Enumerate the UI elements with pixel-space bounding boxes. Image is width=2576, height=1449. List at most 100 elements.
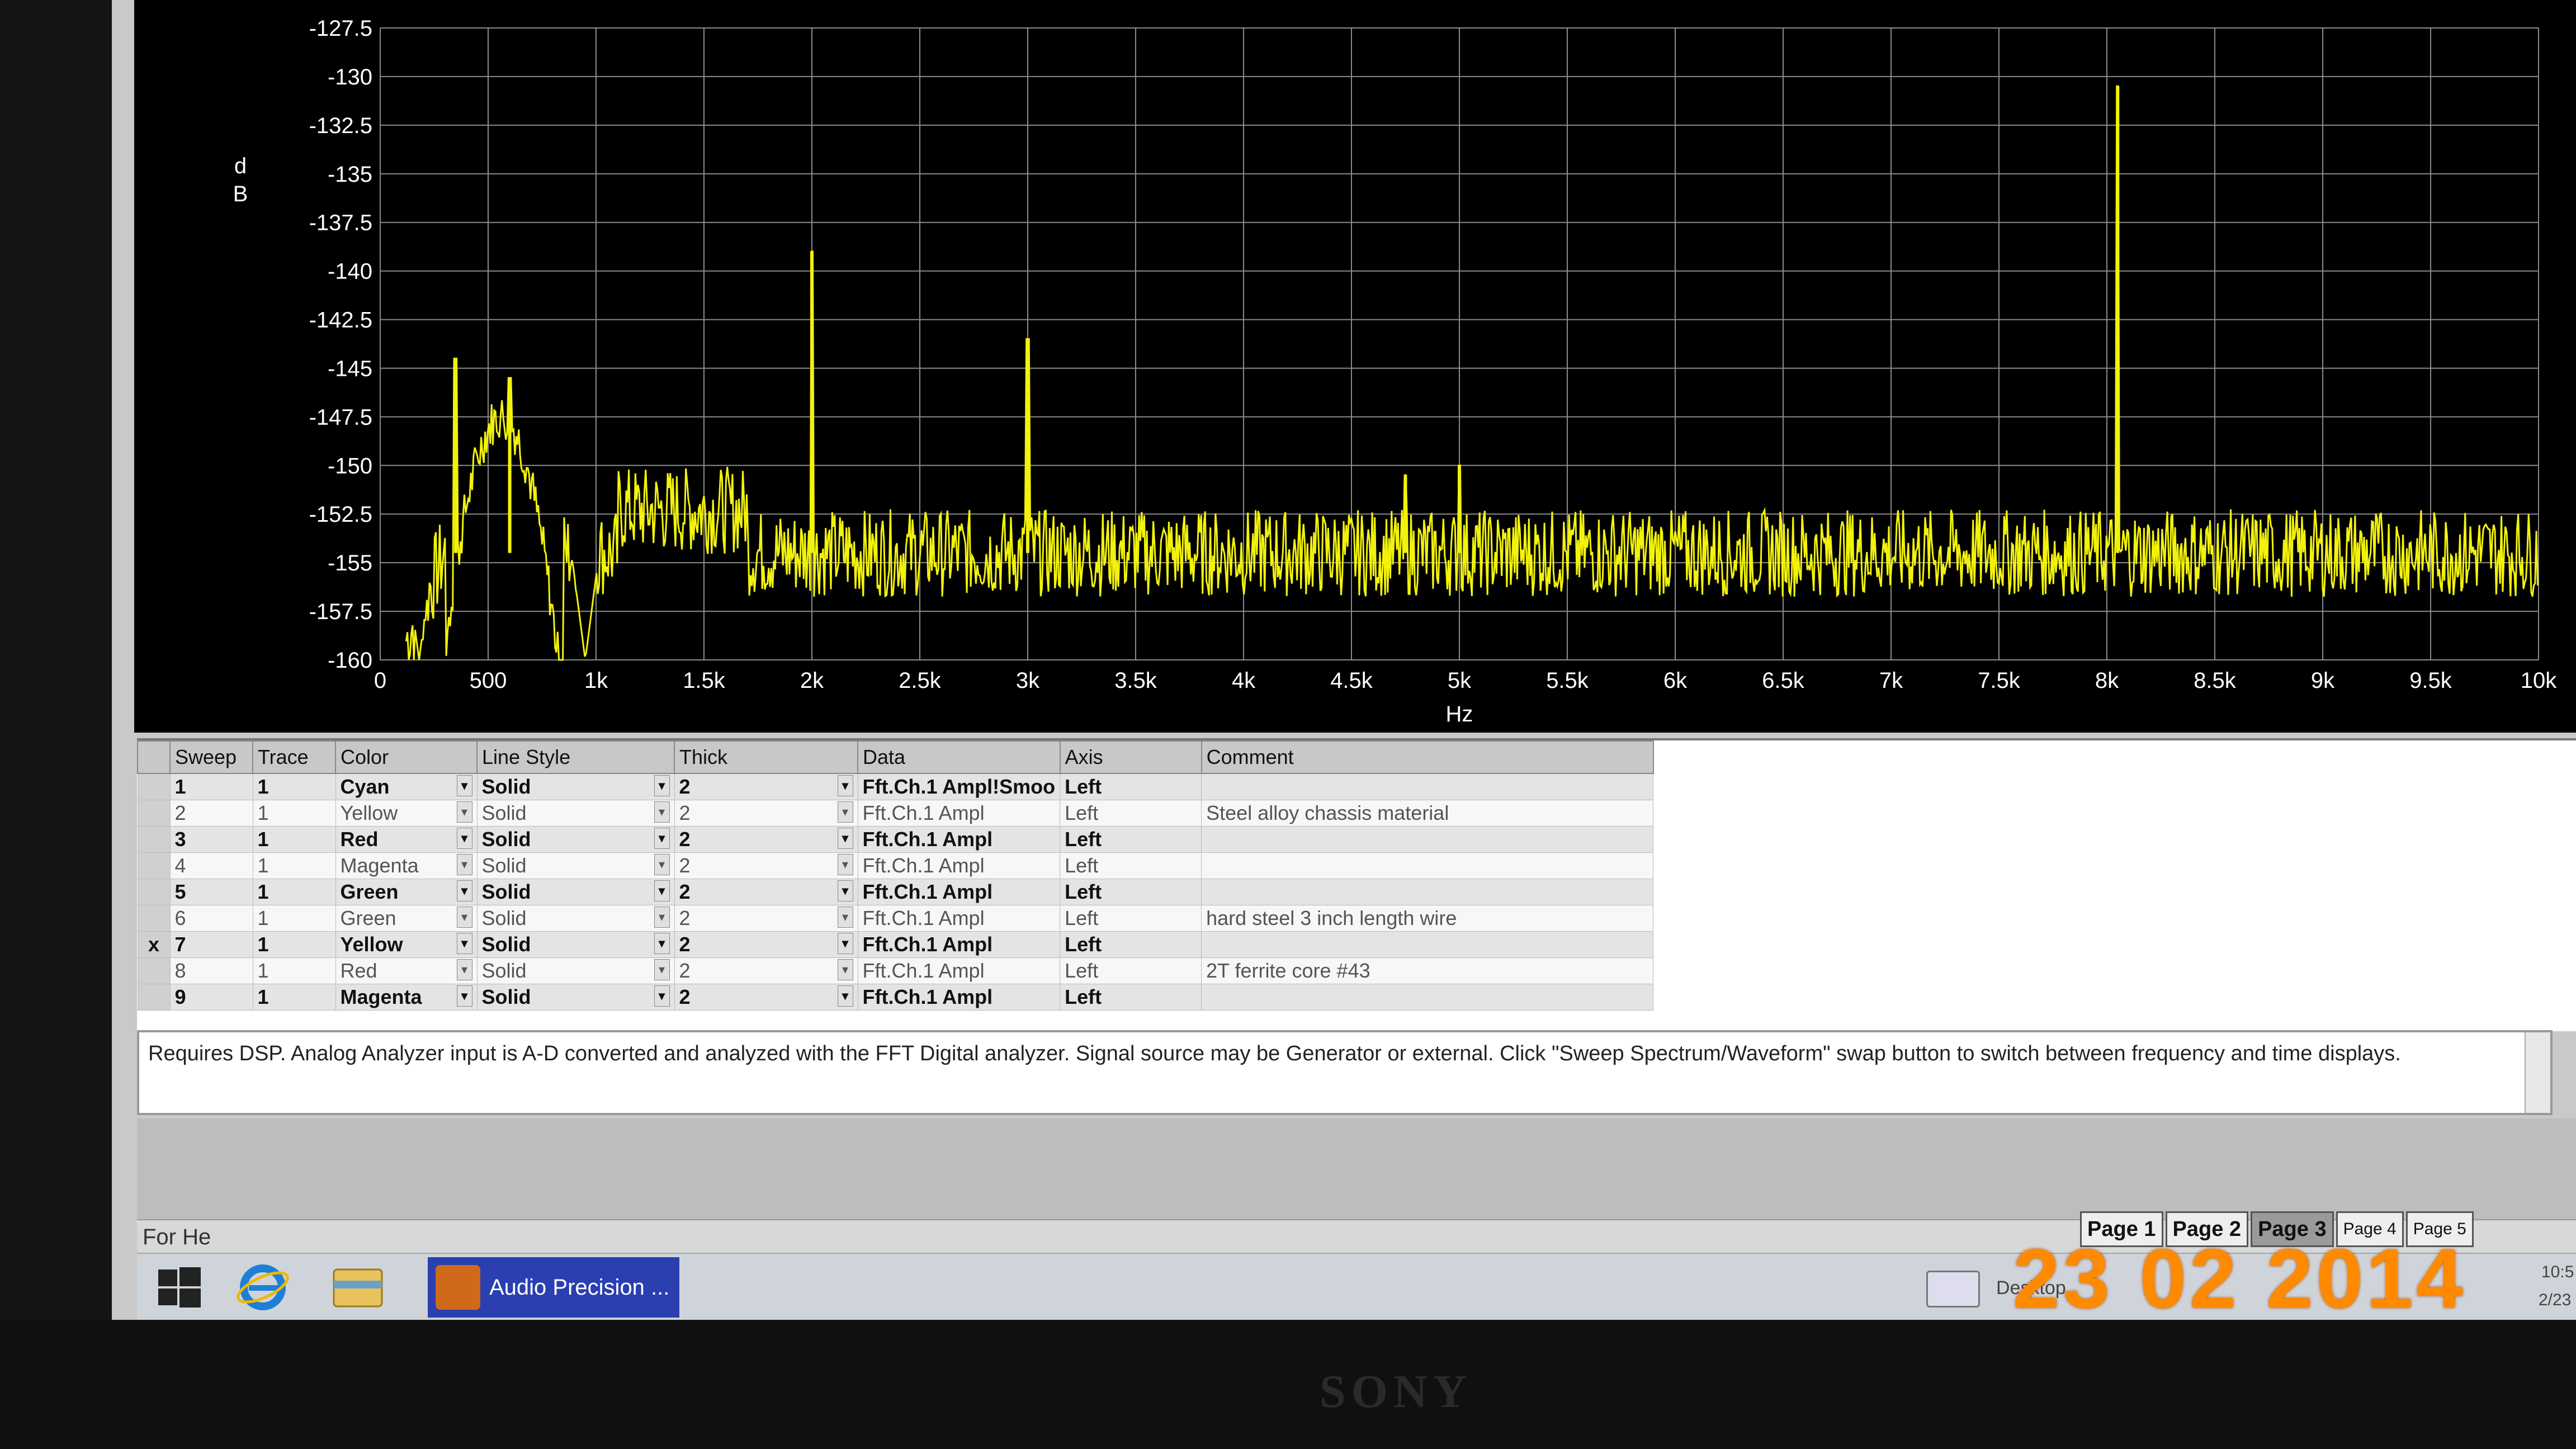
row-checkbox[interactable]: [137, 905, 171, 932]
cell-data[interactable]: Fft.Ch.1 Ampl: [857, 905, 1061, 932]
table-row[interactable]: 1 1 Cyan ▾ Solid ▾ 2 ▾ Fft.Ch.1 Ampl!Smoo L…: [137, 773, 1654, 800]
line-style-dropdown-icon[interactable]: ▾: [654, 933, 670, 954]
cell-axis[interactable]: Left: [1060, 826, 1202, 853]
line-style-dropdown-icon[interactable]: ▾: [654, 907, 670, 928]
header-line-style[interactable]: Line Style: [476, 740, 675, 774]
table-row[interactable]: 9 1 Magenta ▾ Solid ▾ 2 ▾ Fft.Ch.1 Ampl Lef…: [137, 984, 1654, 1011]
cell-trace[interactable]: 1: [252, 984, 336, 1011]
cell-sweep[interactable]: 8: [169, 957, 253, 984]
header-axis[interactable]: Axis: [1059, 740, 1202, 774]
row-checkbox[interactable]: [137, 984, 171, 1011]
cell-line-style[interactable]: Solid ▾: [476, 826, 675, 853]
header-sweep[interactable]: Sweep: [169, 740, 253, 774]
cell-sweep[interactable]: 3: [169, 826, 253, 853]
cell-comment[interactable]: [1201, 879, 1654, 905]
cell-data[interactable]: Fft.Ch.1 Ampl: [857, 879, 1061, 905]
color-dropdown-icon[interactable]: ▾: [456, 801, 472, 823]
cell-line-style[interactable]: Solid ▾: [476, 800, 675, 827]
audio-precision-taskbar-button[interactable]: Audio Precision ...: [428, 1257, 679, 1318]
row-checkbox[interactable]: [137, 773, 171, 800]
thick-dropdown-icon[interactable]: ▾: [837, 959, 853, 980]
cell-trace[interactable]: 1: [252, 773, 336, 800]
cell-trace[interactable]: 1: [252, 931, 336, 958]
table-row[interactable]: 8 1 Red ▾ Solid ▾ 2 ▾ Fft.Ch.1 Ampl Left 2T…: [137, 957, 1654, 984]
cell-thick[interactable]: 2 ▾: [674, 905, 858, 932]
cell-axis[interactable]: Left: [1060, 957, 1202, 984]
thick-dropdown-icon[interactable]: ▾: [837, 854, 853, 875]
info-scrollbar[interactable]: [2525, 1032, 2550, 1113]
cell-axis[interactable]: Left: [1060, 852, 1202, 879]
clock-time[interactable]: 10:5: [2541, 1263, 2574, 1282]
cell-sweep[interactable]: 1: [169, 773, 253, 800]
cell-line-style[interactable]: Solid ▾: [476, 879, 675, 905]
line-style-dropdown-icon[interactable]: ▾: [654, 854, 670, 875]
cell-color[interactable]: Green ▾: [335, 905, 478, 932]
cell-line-style[interactable]: Solid ▾: [476, 773, 675, 800]
cell-thick[interactable]: 2 ▾: [674, 800, 858, 827]
cell-color[interactable]: Yellow ▾: [335, 800, 478, 827]
cell-sweep[interactable]: 7: [169, 931, 253, 958]
cell-trace[interactable]: 1: [252, 852, 336, 879]
cell-thick[interactable]: 2 ▾: [674, 931, 858, 958]
header-color[interactable]: Color: [335, 740, 478, 774]
cell-line-style[interactable]: Solid ▾: [476, 852, 675, 879]
internet-explorer-button[interactable]: [232, 1257, 294, 1318]
cell-data[interactable]: Fft.Ch.1 Ampl: [857, 931, 1061, 958]
table-row[interactable]: 4 1 Magenta ▾ Solid ▾ 2 ▾ Fft.Ch.1 Ampl Lef…: [137, 852, 1654, 879]
cell-thick[interactable]: 2 ▾: [674, 957, 858, 984]
table-row[interactable]: x 7 1 Yellow ▾ Solid ▾ 2 ▾ Fft.Ch.1 Ampl Le…: [137, 931, 1654, 958]
cell-data[interactable]: Fft.Ch.1 Ampl: [857, 984, 1061, 1011]
row-checkbox[interactable]: [137, 879, 171, 905]
color-dropdown-icon[interactable]: ▾: [456, 907, 472, 928]
color-dropdown-icon[interactable]: ▾: [456, 775, 472, 796]
cell-color[interactable]: Red ▾: [335, 826, 478, 853]
cell-color[interactable]: Green ▾: [335, 879, 478, 905]
cell-line-style[interactable]: Solid ▾: [476, 931, 675, 958]
thick-dropdown-icon[interactable]: ▾: [837, 801, 853, 823]
cell-thick[interactable]: 2 ▾: [674, 773, 858, 800]
cell-data[interactable]: Fft.Ch.1 Ampl: [857, 826, 1061, 853]
file-explorer-button[interactable]: [327, 1257, 389, 1318]
table-row[interactable]: 5 1 Green ▾ Solid ▾ 2 ▾ Fft.Ch.1 Ampl Left: [137, 879, 1654, 905]
color-dropdown-icon[interactable]: ▾: [456, 880, 472, 902]
color-dropdown-icon[interactable]: ▾: [456, 933, 472, 954]
cell-color[interactable]: Magenta ▾: [335, 984, 478, 1011]
cell-color[interactable]: Cyan ▾: [335, 773, 478, 800]
color-dropdown-icon[interactable]: ▾: [456, 828, 472, 849]
table-row[interactable]: 6 1 Green ▾ Solid ▾ 2 ▾ Fft.Ch.1 Ampl Left …: [137, 905, 1654, 932]
cell-sweep[interactable]: 9: [169, 984, 253, 1011]
cell-comment[interactable]: Steel alloy chassis material: [1201, 800, 1654, 827]
header-trace[interactable]: Trace: [252, 740, 336, 774]
start-button[interactable]: [148, 1257, 210, 1318]
cell-trace[interactable]: 1: [252, 879, 336, 905]
clock-date[interactable]: 2/23: [2539, 1291, 2571, 1310]
header-comment[interactable]: Comment: [1200, 740, 1654, 774]
cell-thick[interactable]: 2 ▾: [674, 879, 858, 905]
header-thick[interactable]: Thick: [674, 740, 858, 774]
table-row[interactable]: 2 1 Yellow ▾ Solid ▾ 2 ▾ Fft.Ch.1 Ampl Left…: [137, 800, 1654, 827]
cell-comment[interactable]: [1201, 931, 1654, 958]
cell-sweep[interactable]: 5: [169, 879, 253, 905]
thick-dropdown-icon[interactable]: ▾: [837, 907, 853, 928]
cell-line-style[interactable]: Solid ▾: [476, 905, 675, 932]
cell-trace[interactable]: 1: [252, 905, 336, 932]
thick-dropdown-icon[interactable]: ▾: [837, 985, 853, 1007]
line-style-dropdown-icon[interactable]: ▾: [654, 775, 670, 796]
cell-axis[interactable]: Left: [1060, 931, 1202, 958]
table-row[interactable]: 3 1 Red ▾ Solid ▾ 2 ▾ Fft.Ch.1 Ampl Left: [137, 826, 1654, 853]
line-style-dropdown-icon[interactable]: ▾: [654, 959, 670, 980]
line-style-dropdown-icon[interactable]: ▾: [654, 828, 670, 849]
cell-line-style[interactable]: Solid ▾: [476, 957, 675, 984]
thick-dropdown-icon[interactable]: ▾: [837, 880, 853, 902]
cell-thick[interactable]: 2 ▾: [674, 826, 858, 853]
cell-comment[interactable]: [1201, 773, 1654, 800]
cell-comment[interactable]: [1201, 984, 1654, 1011]
row-checkbox[interactable]: [137, 826, 171, 853]
color-dropdown-icon[interactable]: ▾: [456, 959, 472, 980]
cell-axis[interactable]: Left: [1060, 800, 1202, 827]
color-dropdown-icon[interactable]: ▾: [456, 985, 472, 1007]
thick-dropdown-icon[interactable]: ▾: [837, 828, 853, 849]
cell-axis[interactable]: Left: [1060, 879, 1202, 905]
row-checkbox[interactable]: [137, 852, 171, 879]
cell-axis[interactable]: Left: [1060, 905, 1202, 932]
